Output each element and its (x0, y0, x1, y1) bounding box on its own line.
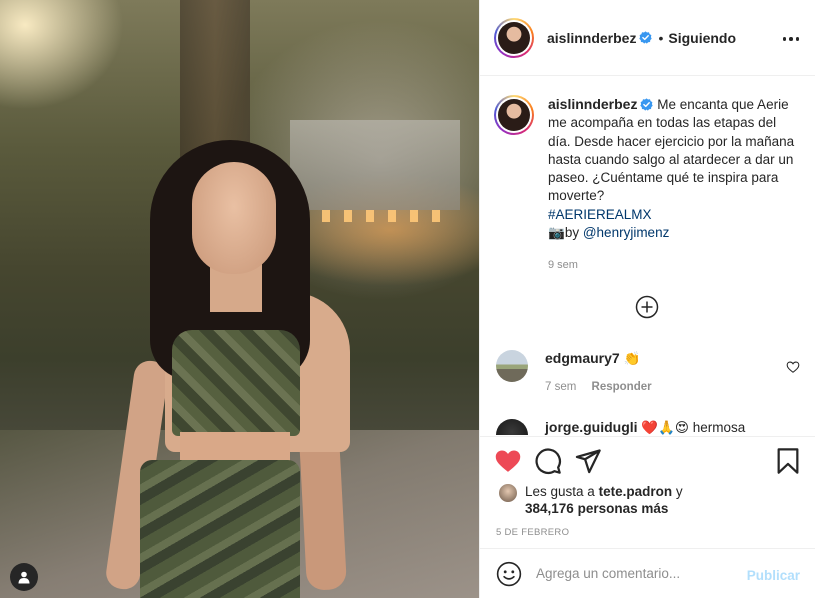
caption-hashtag[interactable]: #AERIEREALMX (548, 207, 652, 222)
credit-mention[interactable]: @henryjimenz (583, 225, 669, 240)
liker-username[interactable]: tete.padron (599, 484, 673, 499)
caption-author-avatar[interactable] (494, 95, 534, 135)
author-avatar[interactable] (494, 17, 534, 58)
caption-username[interactable]: aislinnderbez (548, 96, 637, 112)
comment-text: ❤️🙏😍 hermosa (641, 420, 746, 435)
bookmark-icon[interactable] (774, 447, 802, 475)
comment-input[interactable] (536, 566, 736, 581)
publish-button[interactable]: Publicar (747, 568, 800, 583)
likes-count: 384,176 (525, 501, 574, 516)
author-username[interactable]: aislinnderbez (547, 30, 636, 46)
more-dots-icon (782, 37, 787, 41)
commenter-avatar[interactable] (496, 350, 528, 382)
likes-prefix: Les gusta a (525, 484, 595, 499)
commenter-username[interactable]: edgmaury7 (545, 350, 620, 366)
action-buttons (494, 447, 804, 477)
photo-face (192, 162, 276, 274)
liker-avatar[interactable] (498, 483, 518, 503)
comment-text: 👏 (623, 351, 641, 366)
add-comment-form: Publicar (480, 548, 815, 598)
likes-suffix: personas más (577, 501, 669, 516)
plus-circle-icon[interactable] (635, 295, 659, 319)
photo-camo-top (172, 330, 300, 436)
smiley-icon[interactable] (496, 561, 522, 587)
reply-button[interactable]: Responder (592, 381, 652, 393)
post-caption: aislinnderbez Me encanta que Aerie me ac… (494, 95, 804, 275)
likes-count-link[interactable]: 384,176 personas más (525, 501, 668, 516)
paper-plane-icon[interactable] (574, 447, 602, 475)
header-separator: • (658, 29, 664, 46)
post-side-panel: aislinnderbez • Siguiendo aislinnderbez … (479, 0, 815, 598)
credit-prefix: by (564, 225, 580, 241)
comment-age[interactable]: 7 sem (545, 381, 576, 393)
photo-camo-leggings (140, 460, 300, 598)
following-button[interactable]: Siguiendo (668, 30, 736, 46)
comments-list[interactable]: aislinnderbez Me encanta que Aerie me ac… (480, 77, 815, 435)
post-header: aislinnderbez • Siguiendo (480, 0, 815, 76)
user-tag-icon (18, 571, 30, 584)
post-actions: Les gusta a tete.padron y 384,176 person… (480, 436, 815, 548)
heart-outline-icon[interactable] (786, 360, 800, 374)
more-options-button[interactable] (782, 30, 800, 48)
post-photo[interactable] (0, 0, 479, 598)
photo-string-lights (300, 210, 450, 222)
post-date[interactable]: 5 DE FEBRERO (496, 527, 569, 538)
author-info: aislinnderbez • Siguiendo (547, 30, 736, 46)
photo-house (290, 120, 460, 210)
caption-body: aislinnderbez Me encanta que Aerie me ac… (548, 95, 798, 275)
comment-icon[interactable] (534, 447, 562, 475)
commenter-username[interactable]: jorge.guidugli (545, 419, 638, 435)
commenter-avatar[interactable] (496, 419, 528, 435)
caption-age[interactable]: 9 sem (548, 256, 798, 274)
camera-emoji: 📷 (548, 225, 565, 241)
verified-badge-icon (639, 31, 653, 44)
comment-item: jorge.guidugli ❤️🙏😍 hermosa (496, 419, 802, 435)
heart-filled-icon[interactable] (494, 447, 522, 475)
user-tags-button[interactable] (10, 563, 38, 591)
comment-item: edgmaury7 👏 7 sem Responder (496, 350, 802, 393)
likes-conjunction: y (675, 484, 683, 499)
verified-badge-icon (640, 98, 654, 111)
caption-text: Me encanta que Aerie me acompaña en toda… (548, 97, 795, 204)
likes-summary: Les gusta a tete.padron y 384,176 person… (498, 483, 683, 517)
